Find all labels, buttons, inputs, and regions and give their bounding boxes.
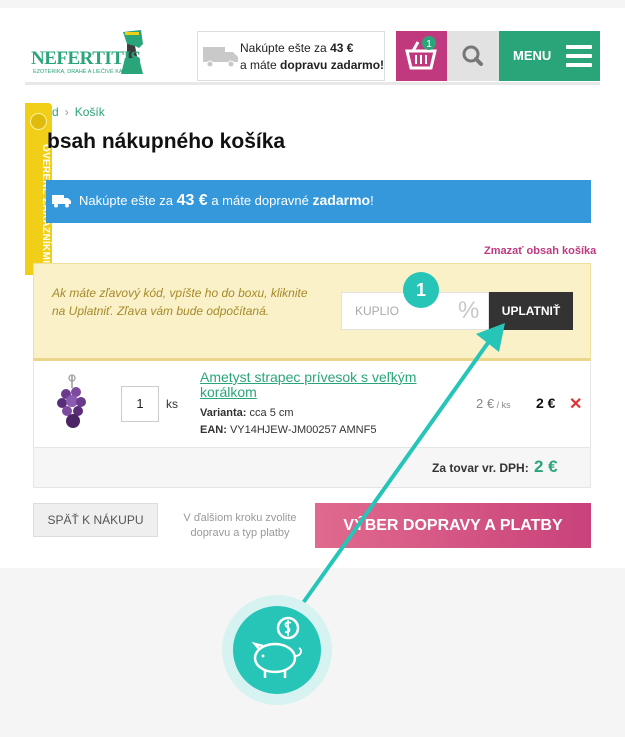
variant-label: Varianta: bbox=[200, 407, 247, 419]
free-shipping-info-bar: Nakúpte ešte za 43 € a máte dopravné zad… bbox=[46, 180, 591, 223]
search-icon bbox=[462, 45, 483, 66]
piggy-bank-icon bbox=[233, 606, 321, 694]
cart-item-row: 1 ks Ametyst strapec prívesok s veľkým k… bbox=[33, 362, 591, 448]
variant-value: cca 5 cm bbox=[246, 407, 294, 419]
total-label: Za tovar vr. DPH: bbox=[432, 461, 529, 475]
info-suffix: ! bbox=[370, 193, 374, 208]
back-to-shop-button[interactable]: SPÄŤ K NÁKUPU bbox=[33, 503, 158, 537]
product-thumbnail[interactable] bbox=[52, 374, 92, 434]
logo-subtext: EZOTERIKA, DRAHÉ A LIEČIVÉ KAMENY bbox=[33, 69, 139, 75]
total-value: 2 € bbox=[534, 457, 558, 476]
unit-price-value: 2 € bbox=[476, 396, 495, 411]
hamburger-icon bbox=[566, 45, 592, 67]
basket-icon: 1 bbox=[405, 36, 437, 70]
breadcrumb: d › Košík bbox=[52, 105, 105, 119]
info-amount: 43 € bbox=[176, 192, 208, 209]
line-total-price: 2 € bbox=[536, 395, 556, 411]
coupon-hint: Ak máte zľavový kód, vpíšte ho do boxu, … bbox=[52, 286, 308, 318]
site-header: NEFERTITIS EZOTERIKA, DRAHÉ A LIEČIVÉ KA… bbox=[25, 22, 600, 82]
apply-coupon-button[interactable]: UPLATNIŤ bbox=[489, 292, 573, 330]
step-number-badge: 1 bbox=[403, 272, 439, 308]
menu-button[interactable]: MENU bbox=[499, 31, 600, 81]
chevron-right-icon: › bbox=[64, 105, 69, 119]
breadcrumb-home[interactable]: d bbox=[52, 105, 59, 119]
quantity-input[interactable]: 1 bbox=[121, 386, 159, 422]
ean-label: EAN: bbox=[200, 424, 227, 436]
free-shipping-info-text: Nakúpte ešte za 43 € a máte dopravné zad… bbox=[79, 192, 374, 210]
truck-icon bbox=[203, 47, 238, 68]
coupon-code-value: KUPLIO bbox=[355, 304, 400, 318]
site-logo[interactable]: NEFERTITIS EZOTERIKA, DRAHÉ A LIEČIVÉ KA… bbox=[31, 28, 151, 78]
breadcrumb-current[interactable]: Košík bbox=[75, 105, 105, 119]
shipping-free-text: dopravu zadarmo! bbox=[280, 58, 385, 72]
next-step-note: V ďalšiom kroku zvolite dopravu a typ pl… bbox=[183, 512, 297, 539]
unit-price-per: / ks bbox=[494, 400, 511, 410]
cart-button[interactable]: 1 bbox=[396, 31, 447, 81]
logo-text: NEFERTITIS bbox=[31, 48, 141, 69]
cart-count: 1 bbox=[426, 39, 432, 50]
shipping-line1-prefix: Nakúpte ešte za bbox=[240, 41, 331, 55]
info-prefix: Nakúpte ešte za bbox=[79, 193, 177, 208]
shipping-payment-button[interactable]: VÝBER DOPRAVY A PLATBY bbox=[315, 503, 591, 548]
info-middle: a máte dopravné bbox=[207, 193, 313, 208]
info-free: zadarmo bbox=[312, 192, 371, 208]
free-shipping-banner: Nakúpte ešte za 43 € a máte dopravu zada… bbox=[197, 31, 385, 81]
truck-icon bbox=[52, 195, 71, 208]
search-button[interactable] bbox=[447, 31, 499, 81]
unit-price: 2 € / ks bbox=[476, 396, 511, 411]
menu-label: MENU bbox=[513, 48, 552, 63]
coupon-section: Ak máte zľavový kód, vpíšte ho do boxu, … bbox=[33, 263, 591, 361]
shipping-line2-prefix: a máte bbox=[240, 58, 281, 72]
page-title: bsah nákupného košíka bbox=[47, 130, 286, 153]
product-ean: EAN: VY14HJEW-JM00257 AMNF5 bbox=[200, 424, 376, 436]
ean-value: VY14HJEW-JM00257 AMNF5 bbox=[226, 424, 377, 436]
free-shipping-text: Nakúpte ešte za 43 € a máte dopravu zada… bbox=[240, 40, 384, 74]
cart-total-row: Za tovar vr. DPH: 2 € bbox=[33, 448, 591, 488]
remove-icon[interactable]: ✕ bbox=[569, 394, 582, 414]
verified-badge-icon bbox=[30, 113, 47, 130]
shipping-amount: 43 € bbox=[330, 41, 354, 55]
product-name-link[interactable]: Ametyst strapec prívesok s veľkým korálk… bbox=[200, 370, 430, 400]
clear-cart-link[interactable]: Zmazať obsah košíka bbox=[484, 245, 596, 257]
percent-icon: % bbox=[458, 297, 480, 324]
product-variant: Varianta: cca 5 cm bbox=[200, 407, 294, 419]
quantity-unit: ks bbox=[166, 397, 178, 411]
header-divider bbox=[25, 82, 600, 85]
